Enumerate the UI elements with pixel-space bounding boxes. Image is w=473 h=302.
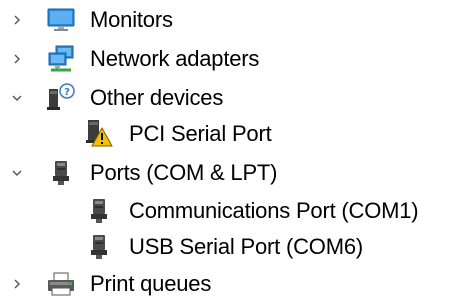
tree-item-label: Communications Port (COM1) <box>129 198 419 223</box>
chevron-down-icon[interactable] <box>10 91 24 105</box>
chevron-down-icon[interactable] <box>10 166 24 180</box>
tree-item-label: Other devices <box>90 85 224 110</box>
monitor-icon <box>46 6 76 34</box>
port-icon <box>84 196 114 224</box>
tree-item-label: USB Serial Port (COM6) <box>129 234 363 259</box>
tree-item-communications-port[interactable]: Communications Port (COM1) <box>0 193 473 229</box>
device-tree: Monitors Network adapters ? Other device… <box>0 0 473 301</box>
tree-item-print-queues[interactable]: Print queues <box>0 266 473 302</box>
warning-device-icon <box>84 119 114 147</box>
tree-item-label: Monitors <box>90 7 173 32</box>
unknown-device-icon: ? <box>46 83 76 111</box>
tree-item-other-devices[interactable]: ? Other devices <box>0 80 473 116</box>
tree-item-monitors[interactable]: Monitors <box>0 2 473 38</box>
tree-item-usb-serial-port[interactable]: USB Serial Port (COM6) <box>0 229 473 265</box>
tree-item-ports[interactable]: Ports (COM & LPT) <box>0 155 473 191</box>
tree-item-label: Print queues <box>90 271 212 296</box>
svg-text:?: ? <box>64 87 70 98</box>
tree-item-label: Ports (COM & LPT) <box>90 160 278 185</box>
network-adapter-icon <box>46 45 76 73</box>
tree-item-label: PCI Serial Port <box>129 121 272 146</box>
chevron-right-icon[interactable] <box>10 13 24 27</box>
chevron-right-icon[interactable] <box>10 52 24 66</box>
tree-item-pci-serial-port[interactable]: PCI Serial Port <box>0 116 473 152</box>
chevron-right-icon[interactable] <box>10 277 24 291</box>
tree-item-label: Network adapters <box>90 46 260 71</box>
port-icon <box>46 158 76 186</box>
port-icon <box>84 232 114 260</box>
tree-item-network-adapters[interactable]: Network adapters <box>0 41 473 77</box>
printer-icon <box>46 270 76 298</box>
